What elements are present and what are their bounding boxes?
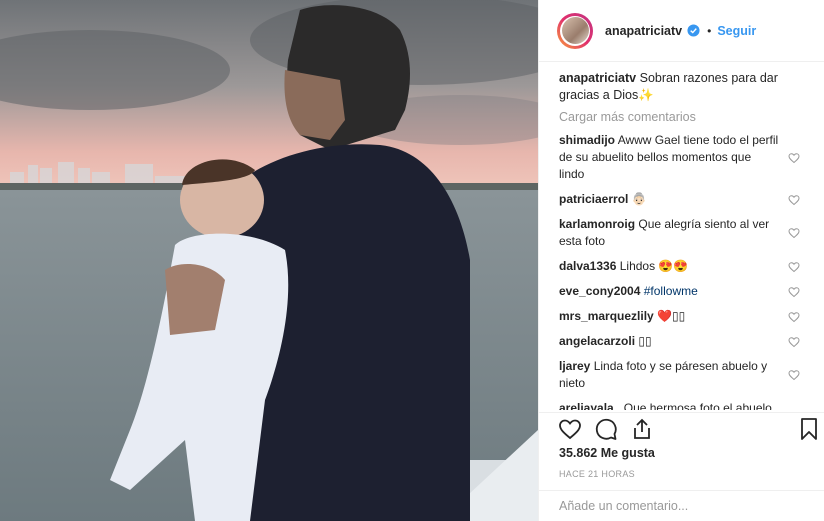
like-comment-heart-icon[interactable] — [788, 261, 800, 273]
comment-username[interactable]: patriciaerrol — [559, 192, 628, 206]
add-comment-bar — [539, 490, 824, 521]
post-actions — [539, 412, 824, 447]
header-separator: • — [707, 23, 712, 38]
comment-username[interactable]: shimadijo — [559, 133, 615, 147]
comment-username[interactable]: mrs_marquezlily — [559, 309, 654, 323]
save-bookmark-icon[interactable] — [797, 417, 821, 441]
post-username[interactable]: anapatriciatv — [605, 24, 682, 38]
comment-text: Linda foto y se páresen abuelo y nieto — [559, 359, 768, 390]
comment-row: mrs_marquezlily ❤️▯▯ — [559, 308, 814, 325]
avatar-image — [561, 17, 589, 44]
like-heart-icon[interactable] — [558, 417, 582, 441]
caption-username[interactable]: anapatriciatv — [559, 71, 636, 85]
comment-username[interactable]: eve_cony2004 — [559, 284, 640, 298]
like-comment-heart-icon[interactable] — [788, 369, 800, 381]
comment-username[interactable]: areliayala_ — [559, 401, 620, 410]
load-more-comments-button[interactable]: Cargar más comentarios — [559, 110, 814, 124]
like-comment-heart-icon[interactable] — [788, 152, 800, 164]
comment-row: dalva1336 Lihdos 😍😍 — [559, 258, 814, 275]
comment-row: ljarey Linda foto y se páresen abuelo y … — [559, 358, 814, 392]
comment-row: eve_cony2004 #followme — [559, 283, 814, 300]
likes-count[interactable]: 35.862 Me gusta — [559, 446, 655, 460]
like-comment-heart-icon[interactable] — [788, 227, 800, 239]
post-caption: anapatriciatv Sobran razones para dar gr… — [559, 70, 799, 104]
comment-username[interactable]: karlamonroig — [559, 217, 635, 231]
comment-username[interactable]: ljarey — [559, 359, 590, 373]
share-upload-icon[interactable] — [630, 417, 654, 441]
comment-username[interactable]: angelacarzoli — [559, 334, 635, 348]
avatar-ring — [560, 15, 590, 46]
photo-image — [0, 0, 538, 521]
comment-row: angelacarzoli ▯▯ — [559, 333, 814, 350]
comments-list[interactable]: anapatriciatv Sobran razones para dar gr… — [559, 70, 814, 410]
post-header: anapatriciatv • Seguir — [539, 0, 824, 62]
verified-badge-icon — [687, 24, 700, 37]
comment-row: areliayala_ Que hermosa foto el abuelo f… — [559, 400, 814, 410]
follow-button[interactable]: Seguir — [717, 24, 756, 38]
like-comment-heart-icon[interactable] — [788, 194, 800, 206]
comment-text: ▯▯ — [638, 334, 652, 348]
comment-hashtag-link[interactable]: #followme — [644, 284, 698, 298]
comment-row: shimadijo Awww Gael tiene todo el perfil… — [559, 132, 814, 183]
add-comment-input[interactable] — [559, 499, 799, 513]
comment-text: ❤️▯▯ — [657, 309, 686, 323]
comment-row: patriciaerrol 👵🏻 — [559, 191, 814, 208]
like-comment-heart-icon[interactable] — [788, 336, 800, 348]
post-photo[interactable] — [0, 0, 538, 521]
post-timestamp[interactable]: HACE 21 HORAS — [559, 469, 635, 479]
post-panel: anapatriciatv • Seguir anapatriciatv Sob… — [538, 0, 824, 521]
comment-text: Lihdos 😍😍 — [619, 259, 689, 273]
comment-username[interactable]: dalva1336 — [559, 259, 616, 273]
avatar[interactable] — [557, 12, 593, 49]
comment-bubble-icon[interactable] — [594, 417, 618, 441]
like-comment-heart-icon[interactable] — [788, 286, 800, 298]
comment-text: 👵🏻 — [631, 192, 647, 206]
comment-row: karlamonroig Que alegría siento al ver e… — [559, 216, 814, 250]
like-comment-heart-icon[interactable] — [788, 311, 800, 323]
